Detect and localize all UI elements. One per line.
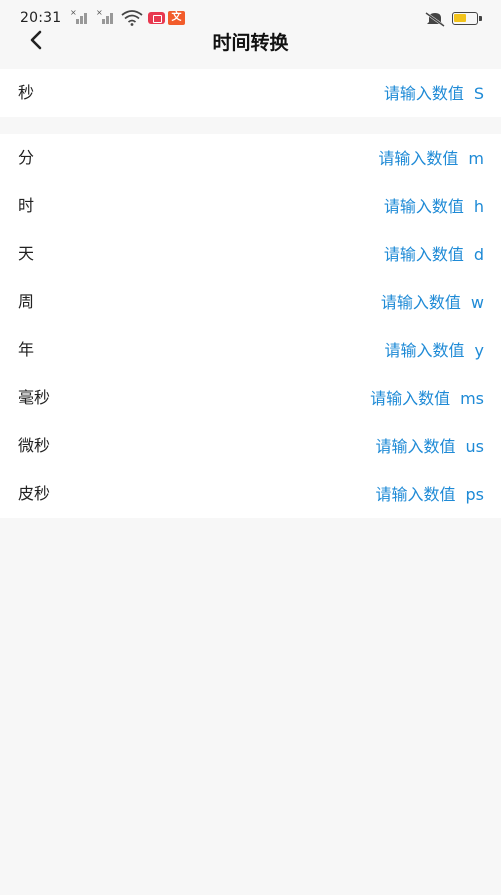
unit-label: 微秒: [18, 436, 51, 455]
unit-label: 时: [18, 196, 35, 215]
value-input-picoseconds[interactable]: [325, 484, 456, 504]
unit-symbol: ms: [460, 388, 484, 408]
app-header: 20:31 × × 文 时间转换: [0, 0, 501, 68]
unit-symbol: y: [474, 340, 484, 360]
wifi-icon: [121, 10, 143, 26]
value-input-days[interactable]: [333, 244, 464, 264]
value-input-milliseconds[interactable]: [320, 388, 451, 408]
unit-label: 毫秒: [18, 388, 51, 407]
unit-row-picoseconds: 皮秒 ps: [0, 470, 501, 518]
unit-label: 秒: [18, 83, 35, 102]
unit-row-minutes: 分 m: [0, 134, 501, 182]
signal-no-sim-icon: ×: [70, 8, 90, 24]
unit-label: 周: [18, 292, 35, 311]
battery-icon: [452, 12, 482, 25]
unit-label: 皮秒: [18, 484, 51, 503]
value-input-minutes[interactable]: [328, 148, 459, 168]
mute-icon: [424, 11, 446, 28]
value-input-microseconds[interactable]: [325, 436, 456, 456]
video-app-icon: [148, 12, 165, 24]
unit-row-hours: 时 h: [0, 182, 501, 230]
unit-row-seconds: 秒 S: [0, 69, 501, 117]
unit-symbol: ps: [465, 484, 485, 504]
units-card: 分 m 时 h 天 d 周 w 年 y 毫秒: [0, 134, 501, 518]
unit-symbol: w: [470, 292, 484, 312]
unit-symbol: m: [468, 148, 484, 168]
value-input-hours[interactable]: [333, 196, 464, 216]
unit-row-microseconds: 微秒 us: [0, 422, 501, 470]
value-input-weeks[interactable]: [330, 292, 461, 312]
status-time: 20:31: [20, 10, 62, 26]
unit-row-milliseconds: 毫秒 ms: [0, 374, 501, 422]
unit-symbol: d: [473, 244, 484, 264]
seconds-card: 秒 S: [0, 69, 501, 117]
unit-label: 分: [18, 148, 35, 167]
unit-label: 天: [18, 244, 35, 263]
value-input-years[interactable]: [334, 340, 465, 360]
shop-app-icon: 文: [168, 11, 185, 25]
unit-symbol: h: [473, 196, 484, 216]
unit-symbol: us: [465, 436, 484, 456]
signal-no-sim-icon: ×: [96, 8, 116, 24]
unit-row-weeks: 周 w: [0, 278, 501, 326]
value-input-seconds[interactable]: [333, 83, 464, 103]
unit-row-years: 年 y: [0, 326, 501, 374]
unit-label: 年: [18, 340, 35, 359]
unit-row-days: 天 d: [0, 230, 501, 278]
unit-symbol: S: [473, 83, 484, 103]
page-title: 时间转换: [212, 32, 289, 54]
